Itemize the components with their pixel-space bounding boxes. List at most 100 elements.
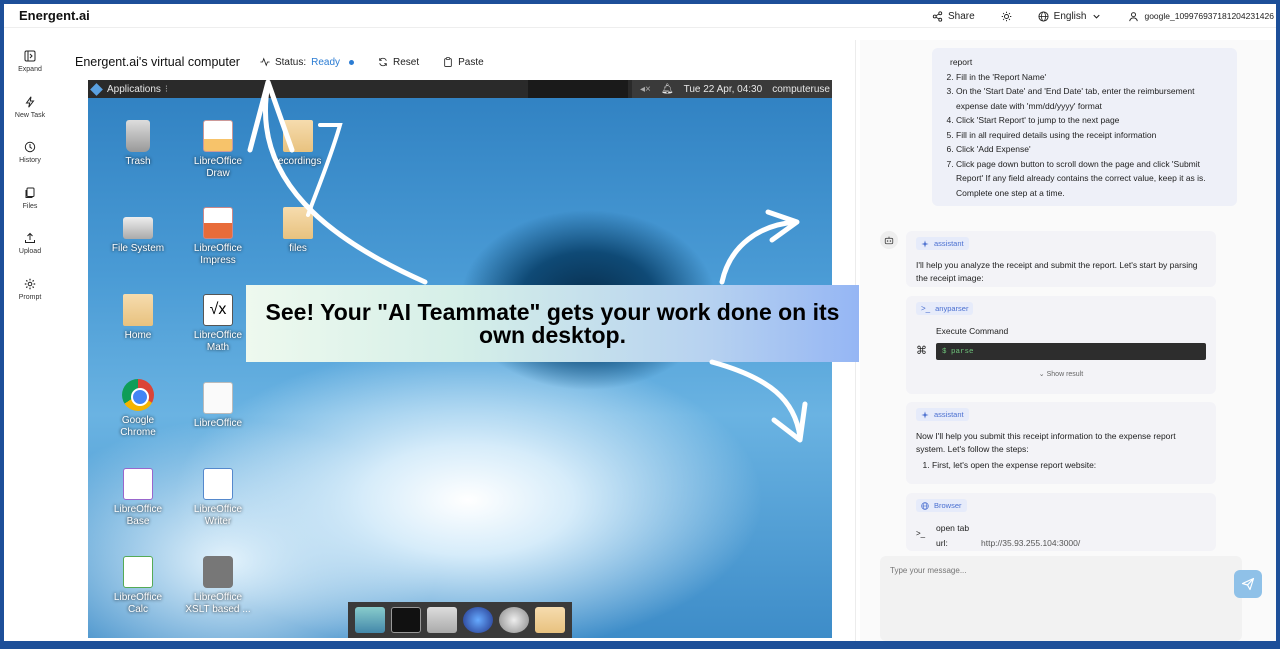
user-icon xyxy=(1129,11,1139,21)
libreoffice-calc-icon xyxy=(123,556,153,588)
libreoffice-draw-icon xyxy=(203,120,233,152)
desktop-icon-libreoffice-writer[interactable]: LibreOffice Writer xyxy=(183,468,253,528)
sidebar-item-label: New Task xyxy=(14,111,46,119)
message-list: First, let's open the expense report web… xyxy=(916,459,1206,472)
language-select[interactable]: English xyxy=(1038,11,1103,22)
message-input-area[interactable] xyxy=(880,556,1242,641)
paste-button[interactable]: Paste xyxy=(443,57,484,68)
desktop-icon-file-system[interactable]: File System xyxy=(103,207,173,255)
sidebar-item-history[interactable]: History xyxy=(4,133,56,179)
terminal-prompt-icon: >_ xyxy=(916,529,926,538)
list-item: Fill in all required details using the r… xyxy=(956,128,1225,143)
vm-header: Energent.ai's virtual computer Status: R… xyxy=(75,54,508,70)
clipboard-icon xyxy=(444,57,452,67)
desktop-top-panel: Applications ⁝ ◂× 🔔︎ Tue 22 Apr, 04:30 c… xyxy=(88,80,832,98)
settings-gear-icon xyxy=(203,556,233,588)
sidebar-item-label: Files xyxy=(22,202,38,210)
drive-icon xyxy=(123,217,153,239)
volume-icon[interactable]: ◂× xyxy=(640,84,651,95)
desktop-icon-libreoffice-math[interactable]: √x LibreOffice Math xyxy=(183,294,253,354)
desktop-icon-files[interactable]: files xyxy=(263,207,333,255)
terminal-icon[interactable] xyxy=(391,607,421,633)
bot-avatar xyxy=(880,231,898,249)
desktop-icon-chrome[interactable]: Google Chrome xyxy=(103,379,173,439)
user-menu[interactable]: google_109976937181204231426 xyxy=(1128,11,1274,22)
desktop-icon-label: LibreOffice Base xyxy=(113,504,163,527)
browser-action: open tab xyxy=(936,523,970,533)
message-text: I'll help you analyze the receipt and su… xyxy=(916,260,1198,283)
browser-tool-card: Browser >_ open tab url: http://35.93.25… xyxy=(906,493,1216,551)
web-browser-icon[interactable] xyxy=(463,607,493,633)
paste-label: Paste xyxy=(458,56,484,68)
search-icon[interactable] xyxy=(499,607,529,633)
sidebar-item-new-task[interactable]: New Task xyxy=(4,88,56,134)
user-steps-list: Fill in the 'Report Name' On the 'Start … xyxy=(944,70,1225,201)
desktop-icon-home[interactable]: Home xyxy=(103,294,173,342)
message-input[interactable] xyxy=(880,556,1220,585)
desktop-icon-label: LibreOffice Impress xyxy=(193,243,243,266)
show-desktop-icon[interactable] xyxy=(355,607,385,633)
show-result-button[interactable]: ⌄ Show result xyxy=(916,370,1206,378)
url-row: url: http://35.93.255.104:3000/ xyxy=(936,538,1206,548)
trash-icon xyxy=(126,120,150,152)
desktop-user[interactable]: computeruse xyxy=(772,84,830,95)
sidebar-item-label: History xyxy=(19,157,41,164)
assistant-message: assistant I'll help you analyze the rece… xyxy=(906,231,1216,287)
desktop-clock[interactable]: Tue 22 Apr, 04:30 xyxy=(684,84,763,95)
desktop-icon-libreoffice[interactable]: LibreOffice xyxy=(183,382,253,430)
home-folder-icon[interactable] xyxy=(427,607,457,633)
sidebar-item-files[interactable]: Files xyxy=(4,179,56,225)
taskbar-area xyxy=(528,80,628,98)
desktop-icon-libreoffice-draw[interactable]: LibreOffice Draw xyxy=(183,120,253,180)
sidebar-item-expand[interactable]: Expand xyxy=(4,42,56,88)
desktop-icon-libreoffice-base[interactable]: LibreOffice Base xyxy=(103,468,173,528)
desktop-icon-trash[interactable]: Trash xyxy=(103,120,173,168)
status-indicator: Status: Ready xyxy=(260,57,355,68)
desktop-icon-libreoffice-calc[interactable]: LibreOffice Calc xyxy=(103,556,173,616)
desktop-icon-label: LibreOffice Draw xyxy=(193,156,243,179)
folder-icon[interactable] xyxy=(535,607,565,633)
chevron-down-icon: ⌄ xyxy=(1038,371,1045,378)
activity-icon xyxy=(260,57,270,67)
send-button[interactable] xyxy=(1234,570,1262,598)
command-title: Execute Command xyxy=(936,326,1009,336)
sidebar-item-prompt[interactable]: Prompt xyxy=(4,270,56,316)
top-actions: Share English google_1099769371812042314… xyxy=(932,4,1276,28)
command-body: Execute Command $ parse xyxy=(936,326,1206,360)
brand-logo[interactable]: Energent.ai xyxy=(19,8,90,23)
url-value[interactable]: http://35.93.255.104:3000/ xyxy=(981,538,1080,548)
libreoffice-base-icon xyxy=(123,468,153,500)
list-item: On the 'Start Date' and 'End Date' tab, … xyxy=(956,84,1225,113)
desktop-icon-libreoffice-impress[interactable]: LibreOffice Impress xyxy=(183,207,253,267)
tag-label: Browser xyxy=(934,501,962,510)
sidebar-item-upload[interactable]: Upload xyxy=(4,224,56,270)
desktop-icon-label: files xyxy=(289,243,307,254)
message-text: Now I'll help you submit this receipt in… xyxy=(916,431,1176,454)
applications-menu[interactable]: Applications ⁝ xyxy=(90,82,168,96)
reset-button[interactable]: Reset xyxy=(378,57,419,68)
upload-icon xyxy=(25,232,35,243)
expand-icon xyxy=(24,50,36,62)
top-bar: Energent.ai Share English google_1099769… xyxy=(4,4,1276,28)
robot-icon xyxy=(884,236,894,245)
vm-title: Energent.ai's virtual computer xyxy=(75,55,240,69)
bell-icon[interactable]: 🔔︎ xyxy=(661,84,674,95)
command-terminal: $ parse xyxy=(936,343,1206,360)
xfce-logo-icon xyxy=(90,82,103,96)
document-icon xyxy=(203,382,233,414)
share-button[interactable]: Share xyxy=(932,11,975,22)
history-icon xyxy=(24,141,36,153)
desktop-icon-label: LibreOffice Writer xyxy=(193,504,243,527)
desktop-icon-recordings[interactable]: recordings xyxy=(263,120,333,168)
desktop-icon-libreoffice-xslt[interactable]: LibreOffice XSLT based ... xyxy=(183,556,253,616)
sidebar: Expand New Task History Files Upload Pro… xyxy=(4,42,56,315)
tool-call-card: >_ anyparser ⌘ Execute Command $ parse ⌄… xyxy=(906,296,1216,394)
tool-tag: >_ anyparser xyxy=(916,302,974,315)
assistant-tag: assistant xyxy=(916,408,969,421)
sidebar-item-label: Upload xyxy=(18,248,42,255)
libreoffice-math-icon: √x xyxy=(203,294,233,326)
user-message-first-line: report xyxy=(950,57,973,67)
terminal-prompt-icon: >_ xyxy=(921,304,931,313)
tag-label: assistant xyxy=(934,239,964,248)
theme-toggle[interactable] xyxy=(1001,11,1012,22)
